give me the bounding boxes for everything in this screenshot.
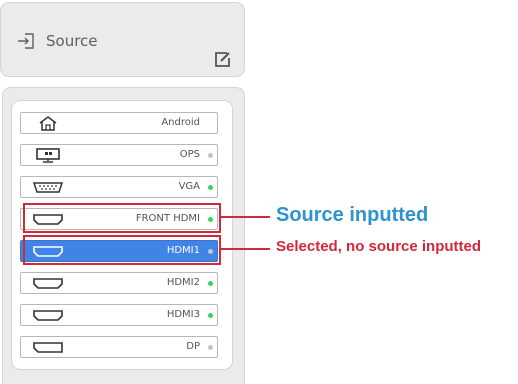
- highlight-hdmi1: [23, 235, 221, 265]
- source-item-hdmi3[interactable]: HDMI3: [20, 304, 218, 326]
- source-label: OPS: [179, 149, 200, 160]
- status-dot: [208, 185, 213, 190]
- status-dot: [208, 153, 213, 158]
- source-item-ops[interactable]: OPS: [20, 144, 218, 166]
- annotation-source-inputted: Source inputted: [276, 204, 429, 226]
- source-label: DP: [186, 341, 200, 352]
- source-item-dp[interactable]: DP: [20, 336, 218, 358]
- home-icon: [39, 116, 57, 131]
- edit-icon[interactable]: [213, 50, 232, 69]
- vga-port-icon: [32, 182, 64, 193]
- status-dot: [208, 281, 213, 286]
- status-dot: [208, 313, 213, 318]
- source-item-vga[interactable]: VGA: [20, 176, 218, 198]
- highlight-front-hdmi: [23, 203, 221, 233]
- source-label: Android: [161, 117, 200, 128]
- connector-line-inputted: [221, 216, 270, 218]
- source-header: Source: [0, 2, 245, 77]
- source-label: VGA: [178, 181, 200, 192]
- source-title: Source: [46, 32, 98, 50]
- source-item-android[interactable]: Android: [20, 112, 218, 134]
- displayport-icon: [33, 342, 63, 353]
- source-input-icon: [18, 33, 34, 49]
- ops-computer-icon: [36, 148, 60, 163]
- hdmi-port-icon: [33, 278, 63, 289]
- source-item-hdmi2[interactable]: HDMI2: [20, 272, 218, 294]
- source-label: HDMI2: [166, 277, 200, 288]
- source-label: HDMI3: [166, 309, 200, 320]
- hdmi-port-icon: [33, 310, 63, 321]
- annotation-selected-no-source: Selected, no source inputted: [276, 238, 482, 255]
- status-dot: [208, 345, 213, 350]
- connector-line-selected: [221, 248, 270, 250]
